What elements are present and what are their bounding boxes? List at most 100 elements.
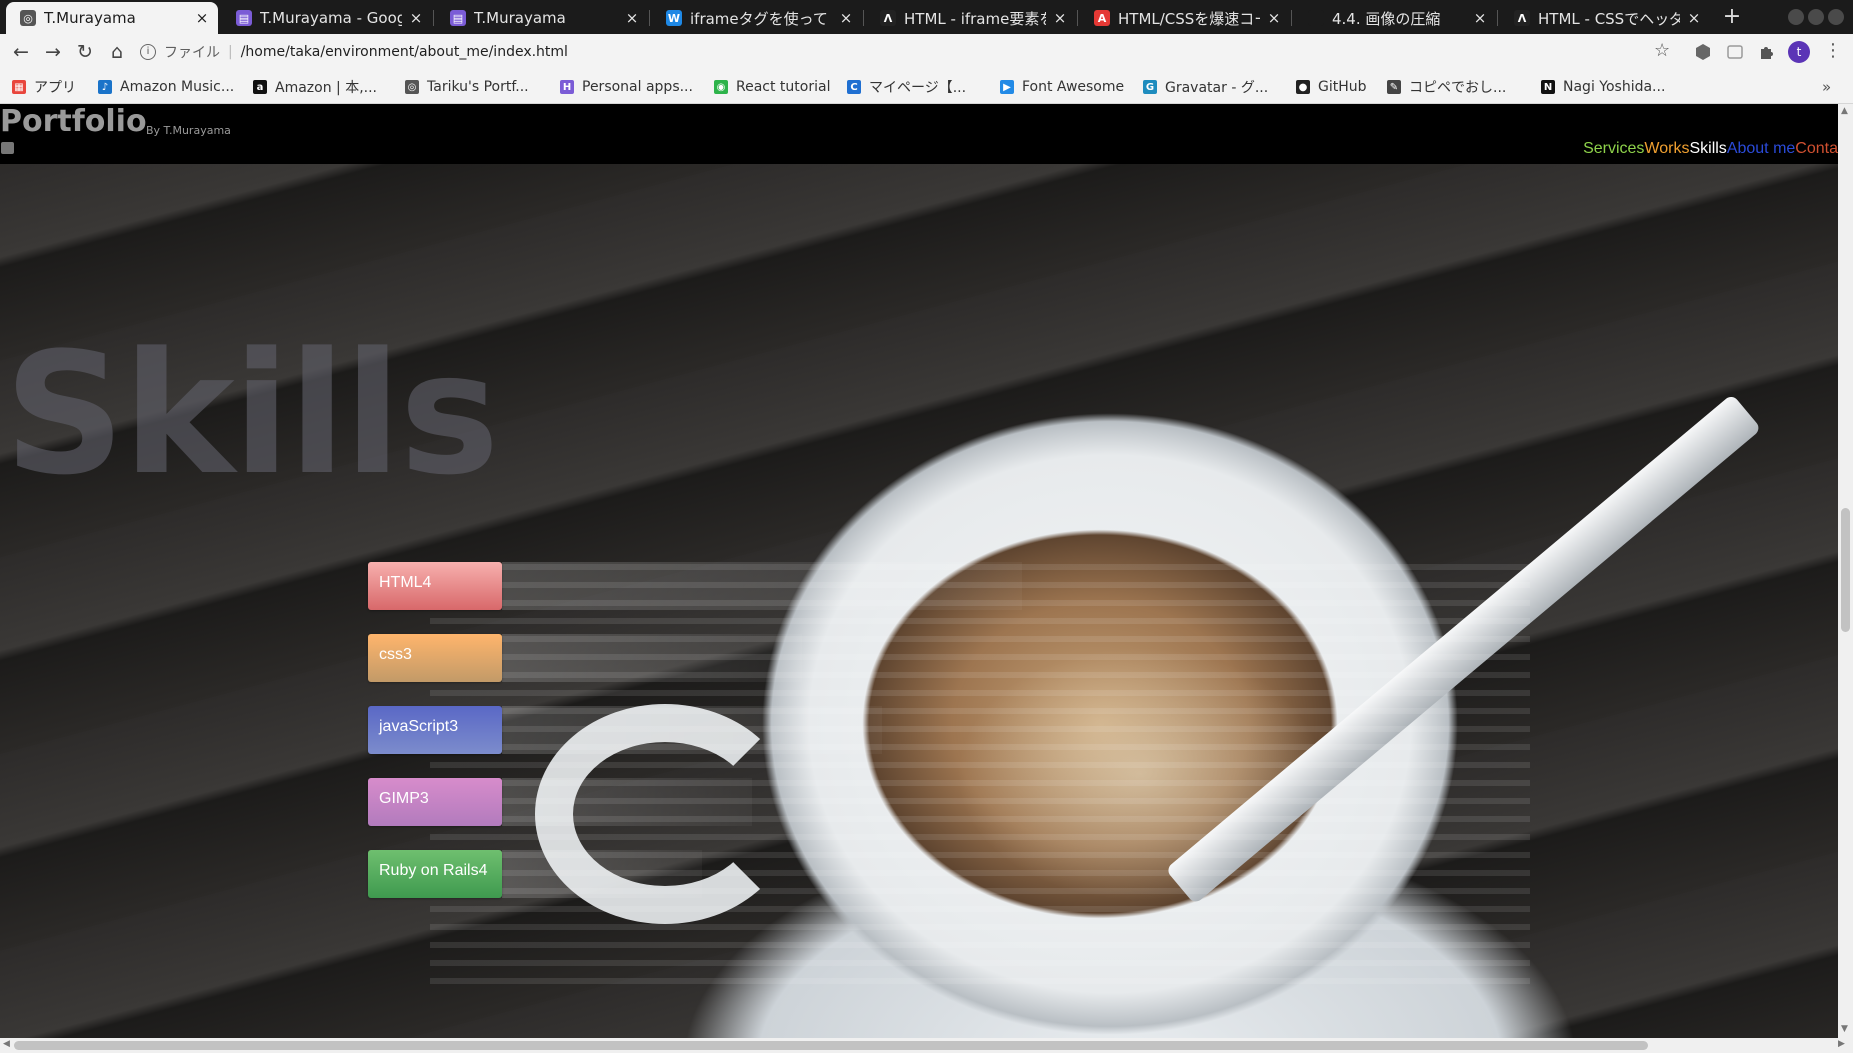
site-nav-link[interactable]: Works xyxy=(1644,140,1689,158)
tab-separator xyxy=(649,10,650,26)
twitter-icon[interactable] xyxy=(1,142,14,154)
bookmark-item[interactable]: ◎ Tariku's Portf... xyxy=(405,76,529,98)
tab-title: HTML/CSSを爆速コー xyxy=(1118,9,1260,28)
browser-tab[interactable]: 4.4. 画像の圧縮 × xyxy=(1294,2,1496,34)
address-url[interactable]: /home/taka/environment/about_me/index.ht… xyxy=(241,44,568,60)
bookmark-label: Amazon Music... xyxy=(120,79,235,95)
bookmark-item[interactable]: ▶ Font Awesome xyxy=(1000,76,1124,98)
bookmark-item[interactable]: ♪ Amazon Music... xyxy=(98,76,234,98)
amazon-music-icon: ♪ xyxy=(98,80,112,94)
tab-close-icon[interactable]: × xyxy=(408,9,424,27)
extension-square-icon[interactable] xyxy=(1726,43,1744,61)
bookmark-item[interactable]: a Amazon | 本,... xyxy=(253,76,377,98)
bookmark-item[interactable]: C マイページ【... xyxy=(847,76,966,98)
maximize-window-button[interactable] xyxy=(1808,9,1824,25)
forward-icon[interactable]: → xyxy=(40,39,66,65)
gravatar-icon: G xyxy=(1143,80,1157,94)
scroll-left-arrow-icon[interactable]: ◀ xyxy=(3,1039,10,1049)
tab-favicon-icon: ◎ xyxy=(20,10,36,26)
crowdworks-icon: C xyxy=(847,80,861,94)
extensions-puzzle-icon[interactable] xyxy=(1758,43,1776,61)
profile-avatar[interactable]: t xyxy=(1788,41,1810,63)
tab-close-icon[interactable]: × xyxy=(1472,9,1488,27)
tab-title: T.Murayama - Google xyxy=(260,9,402,27)
tab-title: 4.4. 画像の圧縮 xyxy=(1332,9,1441,28)
minimize-window-button[interactable] xyxy=(1788,9,1804,25)
tab-close-icon[interactable]: × xyxy=(1052,9,1068,27)
bookmark-item[interactable]: G Gravatar - グ... xyxy=(1143,76,1268,98)
skill-button[interactable]: Ruby on Rails4 xyxy=(368,850,502,898)
browser-tab[interactable]: A HTML/CSSを爆速コー × xyxy=(1080,2,1290,34)
browser-menu-icon[interactable]: ⋮ xyxy=(1824,40,1842,61)
tab-favicon-icon xyxy=(1308,10,1324,26)
address-bar[interactable]: i ファイル | /home/taka/environment/about_me… xyxy=(140,38,1690,66)
scroll-down-arrow-icon[interactable]: ▼ xyxy=(1841,1024,1848,1034)
browser-tab[interactable]: ▤ T.Murayama - Google × xyxy=(222,2,432,34)
scroll-up-arrow-icon[interactable]: ▲ xyxy=(1841,106,1848,116)
reload-icon[interactable]: ↻ xyxy=(72,39,98,65)
site-nav-link[interactable]: Skills xyxy=(1689,140,1726,158)
horizontal-scroll-thumb[interactable] xyxy=(14,1041,1648,1050)
browser-tab[interactable]: Λ HTML - iframe要素を × xyxy=(866,2,1076,34)
bookmark-label: マイページ【... xyxy=(869,80,967,96)
address-separator: | xyxy=(228,44,233,60)
skills-section-heading: Skills xyxy=(4,316,499,512)
browser-tab[interactable]: Λ HTML - CSSでヘッダー × xyxy=(1500,2,1710,34)
tab-close-icon[interactable]: × xyxy=(1266,9,1282,27)
tab-separator xyxy=(1291,10,1292,26)
copipe-icon: ✎ xyxy=(1387,80,1401,94)
close-window-button[interactable] xyxy=(1828,9,1844,25)
bookmark-label: Amazon | 本,... xyxy=(275,80,377,96)
tab-close-icon[interactable]: × xyxy=(838,9,854,27)
bookmarks-bar: » ▦ アプリ ♪ Amazon Music... a Amazon | 本,... ◎ Ta… xyxy=(0,70,1853,104)
tab-favicon-icon: W xyxy=(666,10,682,26)
apps-grid-icon: ▦ xyxy=(12,80,26,94)
vertical-scroll-thumb[interactable] xyxy=(1841,508,1850,632)
skill-button[interactable]: GIMP3 xyxy=(368,778,502,826)
skill-button[interactable]: HTML4 xyxy=(368,562,502,610)
bookmark-item[interactable]: ✎ コピペでおし... xyxy=(1387,76,1506,98)
browser-tab[interactable]: Wiframeタグを使って × xyxy=(652,2,862,34)
bookmark-item[interactable]: ◉ React tutorial xyxy=(714,76,830,98)
tab-favicon-icon: Λ xyxy=(1514,10,1530,26)
site-info-icon[interactable]: i xyxy=(140,44,156,60)
bookmark-label: Tariku's Portf... xyxy=(427,79,529,95)
bookmark-star-icon[interactable]: ☆ xyxy=(1654,40,1670,61)
bookmarks-overflow-icon[interactable]: » xyxy=(1822,78,1831,96)
tab-close-icon[interactable]: × xyxy=(1686,9,1702,27)
tab-close-icon[interactable]: × xyxy=(624,9,640,27)
bookmark-item[interactable]: ● GitHub xyxy=(1296,76,1367,98)
tab-favicon-icon: Λ xyxy=(880,10,896,26)
bookmark-item[interactable]: H Personal apps... xyxy=(560,76,693,98)
bookmark-item[interactable]: N Nagi Yoshida... xyxy=(1541,76,1665,98)
tab-close-icon[interactable]: × xyxy=(194,9,210,27)
extension-hexagon-icon[interactable] xyxy=(1694,43,1712,61)
vertical-scrollbar[interactable]: ▲ ▼ xyxy=(1838,104,1853,1038)
skill-button[interactable]: javaScript3 xyxy=(368,706,502,754)
skill-button[interactable]: css3 xyxy=(368,634,502,682)
page-viewport: Portfolio By T.Murayama Services Works Ski… xyxy=(0,104,1838,1038)
browser-tab[interactable]: ▤ T.Murayama × xyxy=(436,2,648,34)
bookmark-item[interactable]: ▦ アプリ xyxy=(12,76,76,98)
font-awesome-icon: ▶ xyxy=(1000,80,1014,94)
address-scheme-label: ファイル xyxy=(164,45,220,61)
bookmark-label: Gravatar - グ... xyxy=(1165,80,1269,96)
back-icon[interactable]: ← xyxy=(8,39,34,65)
site-nav-link[interactable]: Services xyxy=(1583,140,1644,158)
horizontal-scrollbar[interactable]: ◀ ▶ xyxy=(0,1038,1853,1053)
github-icon: ● xyxy=(1296,80,1310,94)
react-icon: ◉ xyxy=(714,80,728,94)
site-nav-link[interactable]: About me xyxy=(1727,140,1795,158)
skill-level-bar xyxy=(502,706,882,754)
scroll-right-arrow-icon[interactable]: ▶ xyxy=(1838,1039,1845,1049)
site-nav-link[interactable]: Conta xyxy=(1795,140,1838,158)
browser-toolbar: ← → ↻ ⌂ i ファイル | /home/taka/environment/… xyxy=(0,34,1853,70)
site-logo[interactable]: Portfolio xyxy=(0,104,147,139)
tab-title: T.Murayama xyxy=(44,9,136,27)
tab-title: HTML - iframe要素を xyxy=(904,9,1046,28)
bookmark-label: コピペでおし... xyxy=(1409,80,1507,96)
new-tab-button[interactable]: + xyxy=(1718,3,1746,31)
tab-separator xyxy=(433,10,434,26)
home-icon[interactable]: ⌂ xyxy=(104,39,130,65)
browser-tab[interactable]: ◎ T.Murayama × xyxy=(6,2,218,34)
